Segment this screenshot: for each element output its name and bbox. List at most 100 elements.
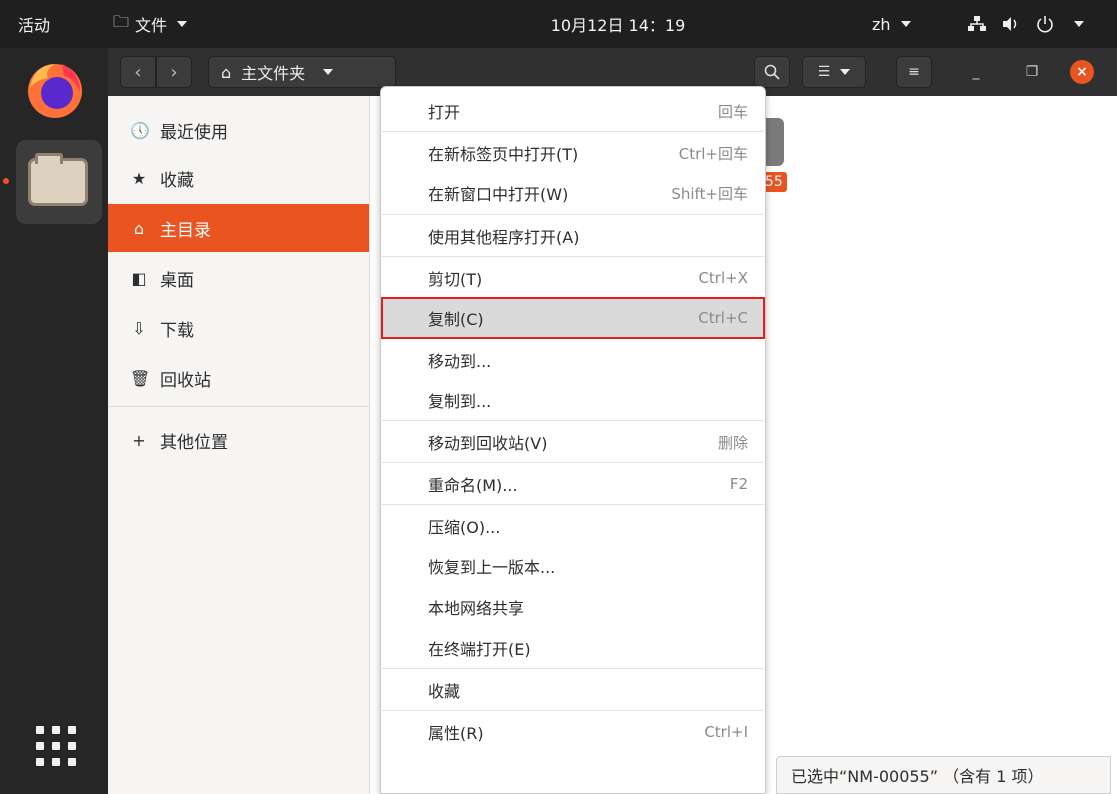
menu-item-star[interactable]: 收藏: [382, 670, 764, 710]
sidebar-item-label: 回收站: [160, 370, 211, 391]
system-menu-button[interactable]: [968, 0, 1084, 48]
firefox-icon[interactable]: [24, 58, 86, 120]
menu-item-open-new-window[interactable]: 在新窗口中打开(W) Shift+回车: [382, 173, 764, 213]
sidebar: 🕔 最近使用 ★ 收藏 ⌂ 主目录 ◧ 桌面 ⇩ 下载 🗑 回收站 + 其他位置: [108, 96, 370, 794]
menu-separator: [382, 710, 764, 711]
top-bar: 活动 🗀 文件 10月12日 14：19 zh: [0, 0, 1117, 48]
sidebar-item-home[interactable]: ⌂ 主目录: [108, 204, 369, 252]
hamburger-menu-button[interactable]: ≡: [896, 56, 932, 88]
menu-separator: [382, 462, 764, 463]
sidebar-item-trash[interactable]: 🗑 回收站: [108, 354, 369, 402]
menu-item-label: 复制(C): [428, 310, 484, 329]
chevron-down-icon: [900, 21, 911, 27]
input-method-label: zh: [872, 14, 891, 34]
home-icon: ⌂: [133, 218, 145, 238]
menu-separator: [382, 420, 764, 421]
menu-item-open-with[interactable]: 使用其他程序打开(A): [382, 216, 764, 256]
download-icon: ⇩: [132, 318, 146, 338]
hamburger-icon: ≡: [908, 64, 920, 80]
status-text: 已选中“NM-00055” （含有 1 项）: [791, 767, 1044, 786]
menu-separator: [382, 504, 764, 505]
view-options-button[interactable]: ☰: [802, 56, 866, 88]
minimize-button[interactable]: _: [966, 62, 986, 82]
menu-item-local-share[interactable]: 本地网络共享: [382, 587, 764, 627]
menu-item-shortcut: Ctrl+X: [698, 269, 748, 287]
dock: [0, 48, 108, 794]
menu-item-label: 属性(R): [428, 724, 484, 743]
app-menu-button[interactable]: 🗀 文件: [113, 0, 188, 48]
search-icon: [764, 64, 780, 80]
context-menu: 打开 回车 在新标签页中打开(T) Ctrl+回车 在新窗口中打开(W) Shift+…: [380, 86, 766, 794]
menu-separator: [382, 256, 764, 257]
menu-item-label: 收藏: [428, 682, 461, 701]
desktop-icon: ◧: [131, 268, 147, 288]
trash-icon: 🗑: [130, 368, 151, 388]
menu-separator: [382, 214, 764, 215]
show-apps-icon[interactable]: [36, 726, 76, 766]
chevron-right-icon: ›: [170, 61, 178, 83]
power-icon: [1037, 16, 1053, 33]
app-menu-label: 文件: [135, 16, 168, 35]
sidebar-item-starred[interactable]: ★ 收藏: [108, 154, 369, 202]
minimize-icon: _: [972, 64, 980, 80]
menu-item-label: 恢复到上一版本...: [428, 558, 556, 577]
menu-item-label: 压缩(O)...: [428, 518, 501, 537]
menu-separator: [382, 668, 764, 669]
menu-item-label: 移动到回收站(V): [428, 434, 548, 453]
sidebar-divider: [108, 406, 369, 407]
input-method-button[interactable]: zh: [872, 0, 911, 48]
path-label: 主文件夹: [241, 64, 306, 83]
maximize-button[interactable]: ❐: [1022, 62, 1042, 82]
clock-label: 10月12日 14：19: [550, 16, 686, 35]
network-icon: [968, 16, 986, 31]
search-button[interactable]: [754, 56, 790, 88]
close-button[interactable]: ×: [1070, 60, 1094, 84]
chevron-left-icon: ‹: [134, 61, 142, 83]
menu-item-properties[interactable]: 属性(R) Ctrl+I: [382, 712, 764, 752]
back-button[interactable]: ‹: [120, 56, 156, 88]
menu-item-label: 剪切(T): [428, 270, 483, 289]
chevron-down-icon: [1074, 21, 1084, 27]
menu-separator: [382, 131, 764, 132]
sidebar-item-other-locations[interactable]: + 其他位置: [108, 416, 369, 464]
files-app-icon[interactable]: [16, 140, 102, 224]
menu-item-open-terminal[interactable]: 在终端打开(E): [382, 628, 764, 668]
menu-item-label: 在新窗口中打开(W): [428, 185, 569, 204]
menu-item-label: 本地网络共享: [428, 599, 525, 618]
menu-item-shortcut: Ctrl+I: [704, 723, 748, 741]
path-bar[interactable]: ⌂ 主文件夹: [208, 56, 396, 88]
sidebar-item-downloads[interactable]: ⇩ 下载: [108, 304, 369, 352]
menu-item-open[interactable]: 打开 回车: [382, 91, 764, 131]
folder-icon: 🗀: [113, 11, 130, 31]
clock-icon: 🕔: [130, 120, 150, 140]
sidebar-item-label: 最近使用: [160, 122, 228, 143]
sidebar-item-recent[interactable]: 🕔 最近使用: [108, 106, 369, 154]
menu-item-open-new-tab[interactable]: 在新标签页中打开(T) Ctrl+回车: [382, 133, 764, 173]
sidebar-item-label: 收藏: [160, 170, 194, 191]
running-indicator: [3, 178, 9, 184]
sidebar-item-label: 桌面: [160, 270, 194, 291]
activities-label: 活动: [18, 16, 51, 35]
menu-item-move-to-trash[interactable]: 移动到回收站(V) 删除: [382, 422, 764, 462]
menu-item-label: 在终端打开(E): [428, 640, 531, 659]
menu-item-revert-version[interactable]: 恢复到上一版本...: [382, 546, 764, 586]
chevron-down-icon: [323, 69, 334, 75]
star-icon: ★: [131, 168, 147, 188]
menu-item-label: 使用其他程序打开(A): [428, 228, 580, 247]
menu-item-label: 重命名(M)...: [428, 476, 518, 495]
activities-button[interactable]: 活动: [18, 0, 50, 48]
menu-item-copy[interactable]: 复制(C) Ctrl+C: [381, 297, 765, 339]
clock[interactable]: 10月12日 14：19: [518, 0, 718, 48]
menu-item-shortcut: F2: [729, 475, 748, 493]
menu-item-compress[interactable]: 压缩(O)...: [382, 506, 764, 546]
menu-item-label: 复制到...: [428, 392, 492, 411]
sidebar-item-label: 其他位置: [160, 432, 228, 453]
forward-button[interactable]: ›: [156, 56, 192, 88]
maximize-icon: ❐: [1025, 64, 1039, 80]
menu-item-rename[interactable]: 重命名(M)... F2: [382, 464, 764, 504]
menu-item-copy-to[interactable]: 复制到...: [382, 380, 764, 420]
plus-icon: +: [132, 430, 146, 450]
menu-item-move-to[interactable]: 移动到...: [382, 340, 764, 380]
menu-item-cut[interactable]: 剪切(T) Ctrl+X: [382, 258, 764, 298]
sidebar-item-desktop[interactable]: ◧ 桌面: [108, 254, 369, 302]
